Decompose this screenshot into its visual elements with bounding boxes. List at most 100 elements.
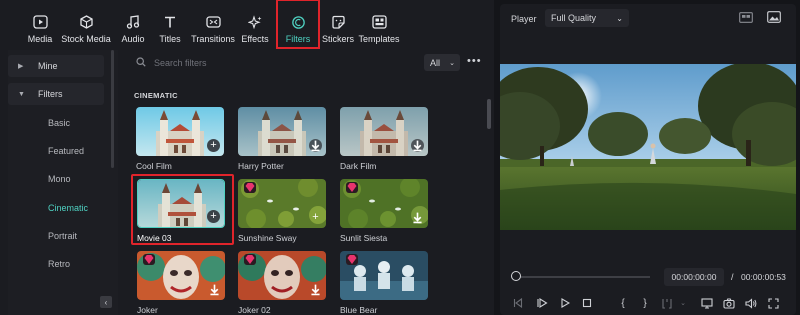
tab-audio[interactable]: Audio	[117, 0, 149, 48]
snapshot-layout-icon[interactable]	[739, 12, 753, 25]
filter-type-select[interactable]: All ⌄	[424, 54, 460, 71]
category-sidebar: ▶ Mine ▼ Filters Basic Featured Mono Cin…	[8, 50, 118, 315]
filter-card-label: Joker 02	[238, 305, 271, 315]
premium-diamond-icon	[347, 255, 357, 264]
tab-stickers[interactable]: Stickers	[322, 0, 354, 48]
sidebar-sub-retro[interactable]: Retro	[48, 259, 70, 269]
stop-button[interactable]	[580, 296, 594, 310]
tab-media[interactable]: Media	[25, 0, 55, 48]
stop-icon	[582, 298, 592, 308]
filter-card-label: Joker	[137, 305, 158, 315]
download-filter-button[interactable]	[309, 283, 322, 296]
templates-icon	[371, 14, 387, 30]
brace-open-icon: {	[621, 297, 625, 309]
premium-diamond-icon	[144, 255, 154, 264]
tab-effects-label: Effects	[241, 34, 269, 44]
search-input[interactable]	[154, 58, 394, 68]
download-icon	[311, 140, 320, 152]
image-icon[interactable]	[767, 11, 781, 25]
filter-card-label: Sunshine Sway	[238, 233, 297, 243]
download-filter-button[interactable]	[309, 139, 322, 152]
download-icon	[413, 140, 422, 152]
sidebar-item-mine[interactable]: ▶ Mine	[8, 55, 104, 77]
premium-diamond-icon	[245, 255, 255, 264]
search-bar[interactable]	[136, 54, 416, 72]
fullscreen-button[interactable]	[766, 296, 780, 310]
sidebar-sub-featured[interactable]: Featured	[48, 146, 84, 156]
add-filter-button[interactable]: +	[309, 211, 322, 224]
search-icon	[136, 57, 146, 69]
tab-stock-media-label: Stock Media	[61, 34, 111, 44]
stock-media-icon	[78, 14, 94, 30]
playback-timeline[interactable]	[516, 276, 650, 278]
tab-transitions[interactable]: Transitions	[191, 0, 235, 48]
play-icon	[561, 298, 570, 308]
playhead-handle[interactable]	[511, 271, 521, 281]
chevron-down-icon: ⌄	[616, 13, 623, 23]
filter-card-label: Sunlit Siesta	[340, 233, 388, 243]
sidebar-sub-mono[interactable]: Mono	[48, 174, 71, 184]
caret-right-icon: ▶	[18, 63, 24, 70]
park-scene-image	[500, 64, 796, 230]
play-frame-button[interactable]	[535, 296, 549, 310]
speaker-icon	[745, 297, 757, 309]
tab-effects[interactable]: Effects	[239, 0, 271, 48]
split-button[interactable]	[660, 296, 674, 310]
filter-thumbnail	[137, 251, 225, 300]
mark-out-button[interactable]: }	[638, 296, 652, 310]
mark-in-button[interactable]: {	[616, 296, 630, 310]
current-time[interactable]: 00:00:00:00	[664, 268, 724, 286]
tab-templates[interactable]: Templates	[358, 0, 400, 48]
more-options-button[interactable]: •••	[467, 55, 482, 67]
premium-badge	[346, 182, 358, 193]
download-icon	[311, 284, 320, 296]
display-button[interactable]	[700, 296, 714, 310]
tab-stock-media[interactable]: Stock Media	[59, 0, 113, 48]
filter-thumbnail: +	[136, 107, 224, 156]
download-filter-button[interactable]	[411, 211, 424, 224]
filter-thumbnail: +	[238, 179, 326, 228]
download-filter-button[interactable]	[411, 139, 424, 152]
player-label: Player	[511, 14, 537, 24]
sidebar-scrollbar[interactable]	[111, 50, 114, 168]
add-filter-button[interactable]: +	[207, 210, 220, 223]
chevron-left-icon: ‹	[104, 297, 108, 307]
more-dots-icon: •••	[467, 55, 482, 67]
snapshot-button[interactable]	[722, 296, 736, 310]
sidebar-sub-basic[interactable]: Basic	[48, 118, 70, 128]
quality-value: Full Quality	[551, 13, 597, 23]
transitions-icon	[205, 14, 221, 30]
tab-titles[interactable]: Titles	[153, 0, 187, 48]
filter-card-label: Harry Potter	[238, 161, 284, 171]
premium-badge	[244, 254, 256, 265]
play-button[interactable]	[558, 296, 572, 310]
more-menu-chevron[interactable]: ⌄	[676, 296, 690, 310]
filter-card-label: Blue Bear	[340, 305, 378, 315]
add-filter-button[interactable]: +	[207, 139, 220, 152]
skip-back-icon	[513, 298, 523, 308]
collapse-sidebar-button[interactable]: ‹	[100, 296, 112, 308]
sidebar-sub-cinematic[interactable]: Cinematic	[48, 203, 88, 213]
content-scrollbar[interactable]	[487, 99, 491, 129]
video-preview[interactable]	[500, 64, 796, 230]
tab-transitions-label: Transitions	[191, 34, 235, 44]
premium-badge	[346, 254, 358, 265]
tab-media-label: Media	[27, 34, 53, 44]
library-toolbar: Media Stock Media Audio Titles Transitio…	[0, 0, 494, 50]
volume-button[interactable]	[744, 296, 758, 310]
quality-select[interactable]: Full Quality ⌄	[545, 9, 629, 27]
expand-icon	[767, 297, 779, 309]
previous-frame-button[interactable]	[511, 296, 525, 310]
sparkle-icon	[247, 14, 263, 30]
premium-badge	[244, 182, 256, 193]
filter-thumbnail: +	[137, 179, 225, 228]
total-time: 00:00:00:53	[741, 272, 786, 282]
filter-thumbnail	[238, 107, 326, 156]
chevron-down-icon: ⌄	[449, 59, 455, 67]
tab-filters[interactable]: Filters	[276, 0, 320, 49]
media-icon	[32, 14, 48, 30]
sidebar-item-filters[interactable]: ▼ Filters	[8, 83, 104, 105]
editor-library-panel: Media Stock Media Audio Titles Transitio…	[0, 0, 494, 315]
download-filter-button[interactable]	[208, 283, 221, 296]
sidebar-sub-portrait[interactable]: Portrait	[48, 231, 77, 241]
